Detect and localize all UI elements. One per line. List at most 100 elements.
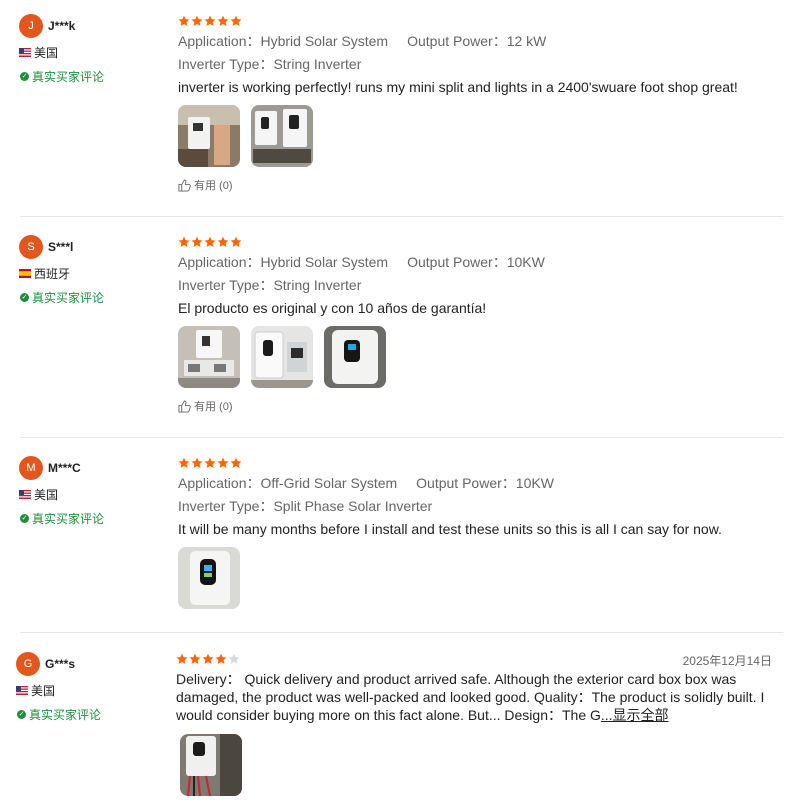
- reviewer-name: S***l: [48, 240, 74, 254]
- divider: [20, 632, 783, 633]
- star-filled-icon: [230, 457, 242, 468]
- output-power-value: 12 kW: [506, 33, 547, 49]
- reviewer-info: G G***s 美国 ✓ 真实买家评论: [16, 652, 166, 722]
- review-photo[interactable]: [251, 326, 313, 388]
- star-filled-icon: [189, 653, 201, 664]
- country-label: 美国: [31, 683, 56, 698]
- review-text: inverter is working perfectly! runs my m…: [178, 79, 738, 95]
- helpful-button[interactable]: 有用 (0): [178, 398, 788, 414]
- review-photo[interactable]: [178, 326, 240, 388]
- attribute-row: Inverter Type：String Inverter: [178, 54, 788, 74]
- application-label: Application：: [178, 254, 261, 270]
- application-label: Application：: [178, 475, 261, 491]
- review-photos: [178, 326, 788, 388]
- review-photo[interactable]: [180, 734, 242, 796]
- star-filled-icon: [202, 653, 214, 664]
- reviewer-country: 美国: [19, 486, 169, 502]
- star-filled-icon: [176, 653, 188, 664]
- avatar: J: [19, 14, 43, 38]
- star-filled-icon: [178, 457, 190, 468]
- avatar: G: [16, 652, 40, 676]
- verified-label: 真实买家评论: [32, 69, 105, 84]
- review-content: Application：Hybrid Solar System Output Po…: [178, 235, 788, 414]
- inverter-type-value: String Inverter: [273, 56, 362, 72]
- verified-check-icon: ✓: [20, 513, 29, 523]
- review-photos: [178, 547, 788, 609]
- thumbs-up-icon: [178, 399, 191, 413]
- review-photo[interactable]: [178, 105, 240, 167]
- review-content: Application：Off-Grid Solar System Output …: [178, 456, 788, 609]
- verified-label: 真实买家评论: [32, 511, 105, 526]
- star-filled-icon: [178, 15, 190, 26]
- star-filled-icon: [230, 15, 242, 26]
- output-power-value: 10KW: [515, 475, 554, 491]
- star-filled-icon: [178, 236, 190, 247]
- output-power-value: 10KW: [506, 254, 545, 270]
- attribute-row: Application：Off-Grid Solar System Output …: [178, 473, 788, 493]
- application-value: Off-Grid Solar System: [260, 475, 398, 491]
- review-photo[interactable]: [178, 547, 240, 609]
- verified-label: 真实买家评论: [32, 290, 105, 305]
- verified-check-icon: ✓: [17, 709, 26, 719]
- reviewer-country: 美国: [16, 682, 166, 698]
- application-value: Hybrid Solar System: [260, 33, 389, 49]
- verified-badge: ✓ 真实买家评论: [19, 510, 169, 526]
- reviewer-info: S S***l 西班牙 ✓ 真实买家评论: [19, 235, 169, 305]
- output-power-label: Output Power：: [416, 475, 516, 491]
- reviewer-name: J***k: [48, 19, 76, 33]
- avatar: M: [19, 456, 43, 480]
- attribute-row: Application：Hybrid Solar System Output Po…: [178, 252, 788, 272]
- reviewer-info: M M***C 美国 ✓ 真实买家评论: [19, 456, 169, 526]
- attribute-row: Inverter Type：String Inverter: [178, 275, 788, 295]
- country-label: 美国: [34, 487, 59, 502]
- reviewer-info: J J***k 美国 ✓ 真实买家评论: [19, 14, 169, 84]
- review-photos: [176, 734, 786, 796]
- review-photo[interactable]: [324, 326, 386, 388]
- show-all-link[interactable]: ...显示全部: [601, 707, 669, 723]
- helpful-button[interactable]: 有用 (0): [178, 177, 788, 193]
- us-flag-icon: [19, 47, 31, 57]
- inverter-type-label: Inverter Type：: [178, 277, 274, 293]
- country-label: 美国: [34, 45, 59, 60]
- star-filled-icon: [204, 457, 216, 468]
- application-label: Application：: [178, 33, 261, 49]
- review-text: El producto es original y con 10 años de…: [178, 300, 487, 316]
- inverter-type-label: Inverter Type：: [178, 498, 274, 514]
- application-value: Hybrid Solar System: [260, 254, 389, 270]
- helpful-label: 有用 (0): [194, 401, 233, 413]
- attribute-row: Application：Hybrid Solar System Output Po…: [178, 31, 788, 51]
- verified-badge: ✓ 真实买家评论: [19, 68, 169, 84]
- verified-check-icon: ✓: [20, 292, 29, 302]
- star-filled-icon: [191, 15, 203, 26]
- us-flag-icon: [19, 489, 31, 499]
- es-flag-icon: [19, 268, 31, 278]
- reviewer-name: M***C: [48, 461, 81, 475]
- helpful-label: 有用 (0): [194, 180, 233, 192]
- star-filled-icon: [191, 457, 203, 468]
- verified-badge: ✓ 真实买家评论: [19, 289, 169, 305]
- star-filled-icon: [204, 15, 216, 26]
- avatar: S: [19, 235, 43, 259]
- country-label: 西班牙: [34, 266, 71, 281]
- divider: [20, 437, 783, 438]
- star-empty-icon: [228, 653, 240, 664]
- verified-check-icon: ✓: [20, 71, 29, 81]
- review-photos: [178, 105, 788, 167]
- thumbs-up-icon: [178, 178, 191, 192]
- review-date: 2025年12月14日: [682, 654, 772, 668]
- review-photo[interactable]: [251, 105, 313, 167]
- verified-badge: ✓ 真实买家评论: [16, 706, 166, 722]
- reviewer-country: 西班牙: [19, 265, 169, 281]
- output-power-label: Output Power：: [407, 33, 507, 49]
- star-filled-icon: [191, 236, 203, 247]
- reviewer-country: 美国: [19, 44, 169, 60]
- review-text: Delivery： Quick delivery and product arr…: [176, 671, 765, 723]
- review-content: Application：Hybrid Solar System Output Po…: [178, 14, 788, 193]
- rating-stars: [178, 14, 788, 28]
- star-filled-icon: [230, 236, 242, 247]
- output-power-label: Output Power：: [407, 254, 507, 270]
- star-filled-icon: [204, 236, 216, 247]
- us-flag-icon: [16, 685, 28, 695]
- inverter-type-value: Split Phase Solar Inverter: [273, 498, 433, 514]
- attribute-row: Inverter Type：Split Phase Solar Inverter: [178, 496, 788, 516]
